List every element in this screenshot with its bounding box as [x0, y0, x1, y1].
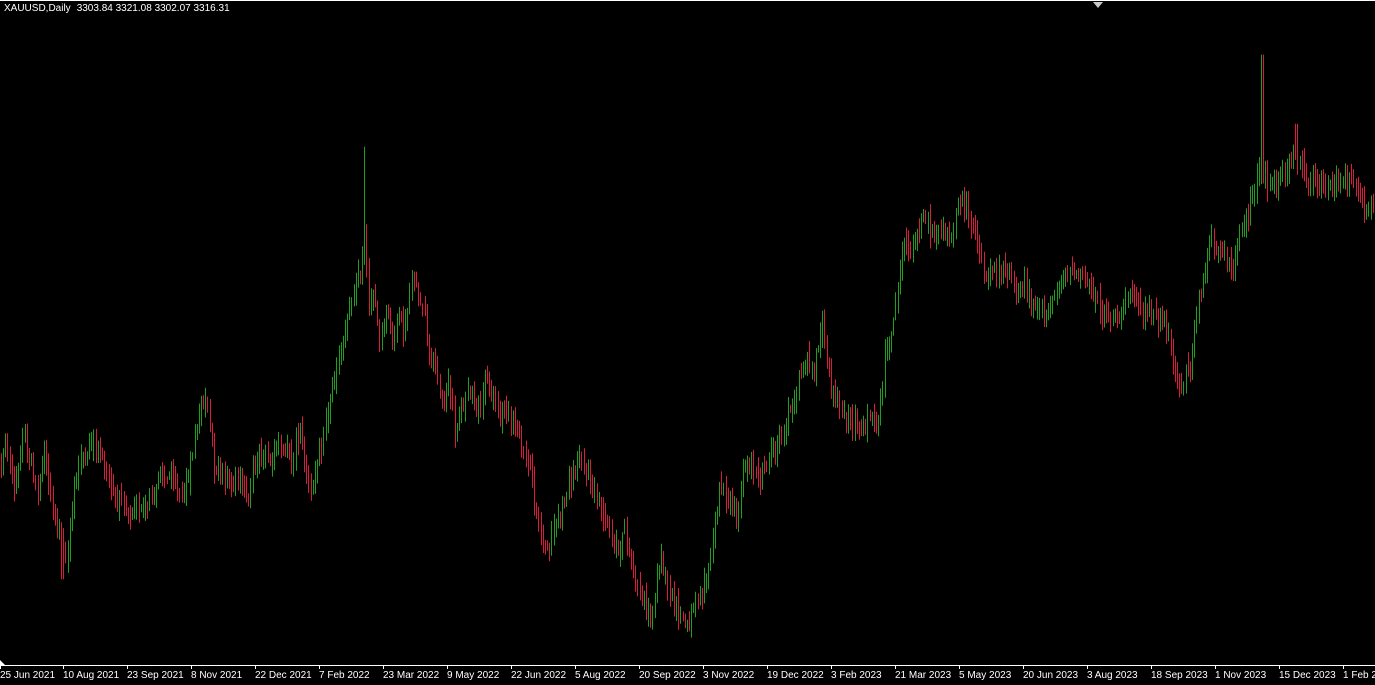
- time-axis-tick: [127, 666, 128, 669]
- time-axis-label: 20 Jun 2023: [1023, 670, 1079, 681]
- time-axis-label: 7 Feb 2022: [319, 670, 370, 681]
- time-axis: 25 Jun 2021 10 Aug 2021 23 Sep 2021 8 Nov 2…: [0, 665, 1375, 685]
- time-axis-label: 8 Nov 2021: [191, 670, 243, 681]
- time-axis-tick: [1215, 666, 1216, 669]
- time-axis-tick: [1151, 666, 1152, 669]
- time-axis-label: 9 May 2022: [447, 670, 500, 681]
- time-axis-label: 3 Aug 2023: [1087, 670, 1138, 681]
- time-axis-tick: [191, 666, 192, 669]
- time-axis-label: 22 Jun 2022: [511, 670, 567, 681]
- time-axis-tick: [831, 666, 832, 669]
- time-axis-tick: [511, 666, 512, 669]
- chart-window[interactable]: XAUUSD,Daily 3303.84 3321.08 3302.07 3316…: [0, 0, 1375, 685]
- time-axis-tick: [447, 666, 448, 669]
- time-axis-tick: [319, 666, 320, 669]
- time-axis-label: 21 Mar 2023: [895, 670, 952, 681]
- time-axis-label: 3 Nov 2022: [703, 670, 755, 681]
- time-axis-tick: [1023, 666, 1024, 669]
- time-axis-label: 10 Aug 2021: [63, 670, 120, 681]
- time-axis-tick: [63, 666, 64, 669]
- time-axis-label: 19 Dec 2022: [767, 670, 824, 681]
- time-axis-tick: [1279, 666, 1280, 669]
- time-axis-tick: [895, 666, 896, 669]
- time-axis-label: 1 Nov 2023: [1215, 670, 1267, 681]
- time-axis-label: 3 Feb 2023: [831, 670, 882, 681]
- time-axis-label: 18 Sep 2023: [1151, 670, 1208, 681]
- price-chart-area[interactable]: [0, 0, 1375, 665]
- time-axis-label: 23 Sep 2021: [127, 670, 184, 681]
- time-axis-label: 15 Dec 2023: [1279, 670, 1336, 681]
- time-axis-tick: [703, 666, 704, 669]
- time-axis-tick: [0, 666, 1, 669]
- time-axis-tick: [1087, 666, 1088, 669]
- time-axis-tick: [1343, 666, 1344, 669]
- time-axis-label: 1 Feb 2: [1343, 670, 1375, 681]
- time-axis-tick: [255, 666, 256, 669]
- time-axis-label: 20 Sep 2022: [639, 670, 696, 681]
- time-axis-tick: [767, 666, 768, 669]
- axis-corner-marker-icon: [0, 660, 5, 665]
- time-axis-label: 23 Mar 2022: [383, 670, 440, 681]
- time-axis-tick: [383, 666, 384, 669]
- time-axis-tick: [959, 666, 960, 669]
- time-axis-tick: [575, 666, 576, 669]
- time-axis-tick: [639, 666, 640, 669]
- time-axis-label: 5 May 2023: [959, 670, 1012, 681]
- time-axis-label: 25 Jun 2021: [0, 670, 56, 681]
- time-axis-label: 5 Aug 2022: [575, 670, 626, 681]
- time-axis-label: 22 Dec 2021: [255, 670, 312, 681]
